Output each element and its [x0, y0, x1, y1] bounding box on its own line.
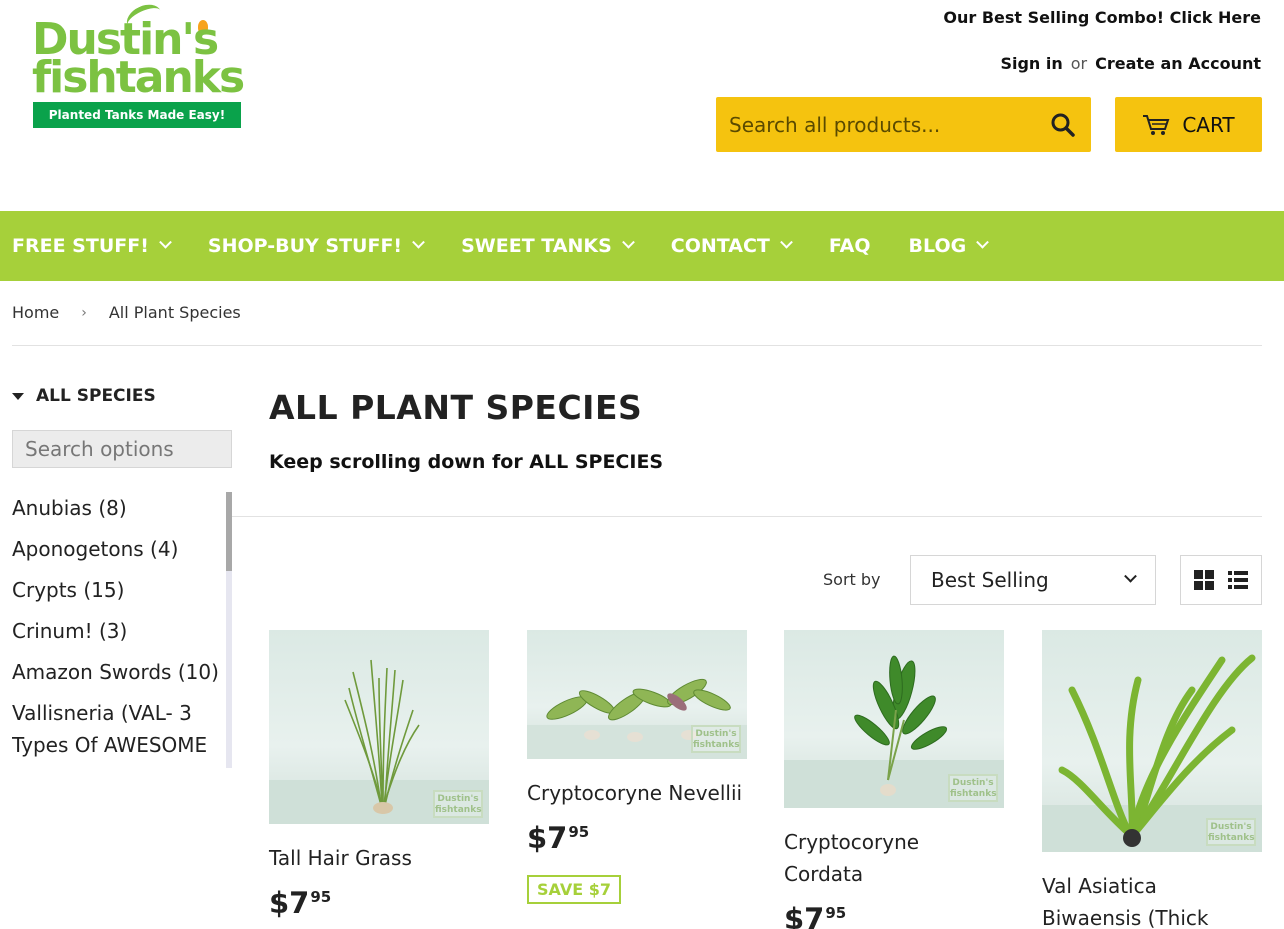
account-links: Sign in or Create an Account: [1000, 54, 1261, 73]
search-input[interactable]: [716, 97, 1035, 152]
page-title: ALL PLANT SPECIES: [269, 388, 643, 427]
or-text: or: [1070, 54, 1088, 73]
product-price: $795: [269, 886, 489, 920]
filter-option[interactable]: Crypts (15): [12, 574, 227, 606]
product-title[interactable]: Tall Hair Grass: [269, 842, 489, 874]
list-icon: [1228, 571, 1248, 589]
cart-icon: [1143, 114, 1170, 135]
product-price: $795: [527, 821, 747, 855]
breadcrumb-home[interactable]: Home: [12, 303, 59, 322]
collection-description: Keep scrolling down for ALL SPECIES: [269, 451, 664, 473]
cart-label: CART: [1182, 112, 1235, 137]
product-title[interactable]: Cryptocoryne Cordata: [784, 826, 1004, 890]
brand-watermark: Dustin's fishtanks: [948, 774, 998, 802]
divider: [232, 516, 1262, 517]
product-image[interactable]: Dustin's fishtanks: [269, 630, 489, 824]
watermark-line1: Dustin's: [437, 794, 479, 804]
promo-link[interactable]: Our Best Selling Combo! Click Here: [943, 8, 1261, 27]
nav-item-label: FREE STUFF!: [12, 235, 149, 257]
nav-item-sweet-tanks[interactable]: SWEET TANKS: [461, 235, 635, 257]
cart-button[interactable]: CART: [1115, 97, 1262, 152]
filter-toggle[interactable]: ALL SPECIES: [12, 386, 156, 406]
watermark-line2: fishtanks: [435, 805, 482, 815]
filter-option[interactable]: Amazon Swords (10): [12, 656, 227, 688]
logo-tagline: Planted Tanks Made Easy!: [33, 102, 241, 128]
breadcrumb-separator: ›: [81, 304, 87, 321]
nav-item-label: BLOG: [908, 235, 967, 257]
chevron-down-icon: [976, 235, 990, 249]
product-card[interactable]: Dustin's fishtanks Cryptocoryne Nevellii …: [527, 630, 747, 904]
watermark-line2: fishtanks: [693, 740, 740, 750]
nav-item-label: SHOP-BUY STUFF!: [207, 235, 403, 257]
list-view-button[interactable]: [1227, 569, 1249, 591]
grid-view-button[interactable]: [1193, 569, 1215, 591]
create-account-link[interactable]: Create an Account: [1095, 54, 1261, 73]
brand-watermark: Dustin's fishtanks: [691, 725, 741, 753]
grid-icon: [1194, 570, 1214, 590]
price-dollars: $7: [784, 902, 825, 929]
sort-select[interactable]: Best Selling: [910, 555, 1156, 605]
product-price: $795: [784, 902, 1004, 929]
brand-watermark: Dustin's fishtanks: [1206, 818, 1256, 846]
product-image[interactable]: Dustin's fishtanks: [784, 630, 1004, 808]
price-dollars: $7: [269, 886, 310, 920]
product-card[interactable]: Dustin's fishtanks Cryptocoryne Cordata $…: [784, 630, 1004, 929]
caret-down-icon: [12, 392, 24, 400]
nav-item-contact[interactable]: CONTACT: [670, 235, 793, 257]
watermark-line1: Dustin's: [695, 729, 737, 739]
nav-item-label: SWEET TANKS: [461, 235, 612, 257]
filter-option[interactable]: Vallisneria (VAL- 3 Types Of AWESOME: [12, 697, 227, 761]
chevron-down-icon: [621, 235, 635, 249]
product-title[interactable]: Val Asiatica Biwaensis (Thick Corkscrew …: [1042, 870, 1262, 929]
product-title[interactable]: Cryptocoryne Nevellii: [527, 777, 747, 809]
nav-item-label: FAQ: [828, 235, 871, 257]
watermark-line1: Dustin's: [1210, 822, 1252, 832]
divider: [12, 345, 1262, 346]
product-card[interactable]: Dustin's fishtanks Tall Hair Grass $795: [269, 630, 489, 920]
filter-search-input[interactable]: [12, 430, 232, 468]
sort-value: Best Selling: [931, 568, 1049, 592]
brand-watermark: Dustin's fishtanks: [433, 790, 483, 818]
filter-scrollbar-thumb[interactable]: [226, 492, 232, 571]
chevron-down-icon: [1124, 569, 1137, 583]
search-icon: [1051, 113, 1075, 137]
view-toggle: [1180, 555, 1262, 605]
breadcrumb: Home › All Plant Species: [12, 303, 241, 322]
product-card[interactable]: Dustin's fishtanks Val Asiatica Biwaensis…: [1042, 630, 1262, 929]
product-image[interactable]: Dustin's fishtanks: [1042, 630, 1262, 852]
nav-item-shop[interactable]: SHOP-BUY STUFF!: [207, 235, 425, 257]
chevron-down-icon: [159, 235, 172, 249]
filter-heading: ALL SPECIES: [36, 386, 156, 406]
chevron-down-icon: [412, 235, 425, 249]
price-cents: 95: [310, 888, 332, 906]
save-badge: SAVE $7: [527, 875, 621, 904]
breadcrumb-current: All Plant Species: [108, 303, 241, 322]
search-bar: [716, 97, 1091, 152]
search-button[interactable]: [1035, 97, 1091, 152]
watermark-line1: Dustin's: [952, 778, 994, 788]
filter-option[interactable]: Aponogetons (4): [12, 533, 227, 565]
sign-in-link[interactable]: Sign in: [1000, 54, 1062, 73]
watermark-line2: fishtanks: [950, 789, 997, 799]
product-image[interactable]: Dustin's fishtanks: [527, 630, 747, 759]
nav-item-blog[interactable]: BLOG: [908, 235, 990, 257]
nav-item-label: CONTACT: [670, 235, 770, 257]
filter-option[interactable]: Crinum! (3): [12, 615, 227, 647]
price-dollars: $7: [527, 821, 568, 855]
site-logo[interactable]: Dustin's fishtanks Planted Tanks Made Ea…: [30, 0, 245, 132]
price-cents: 95: [568, 823, 590, 841]
chevron-down-icon: [780, 235, 793, 249]
filter-options-list: Anubias (8) Aponogetons (4) Crypts (15) …: [12, 492, 227, 768]
nav-item-free-stuff[interactable]: FREE STUFF!: [12, 235, 172, 257]
price-cents: 95: [825, 904, 847, 922]
logo-line2: fishtanks: [32, 52, 245, 103]
nav-item-faq[interactable]: FAQ: [829, 235, 871, 257]
filter-option[interactable]: Anubias (8): [12, 492, 227, 524]
watermark-line2: fishtanks: [1208, 833, 1255, 843]
main-nav: FREE STUFF! SHOP-BUY STUFF! SWEET TANKS …: [0, 211, 1284, 281]
sort-label: Sort by: [823, 570, 881, 589]
